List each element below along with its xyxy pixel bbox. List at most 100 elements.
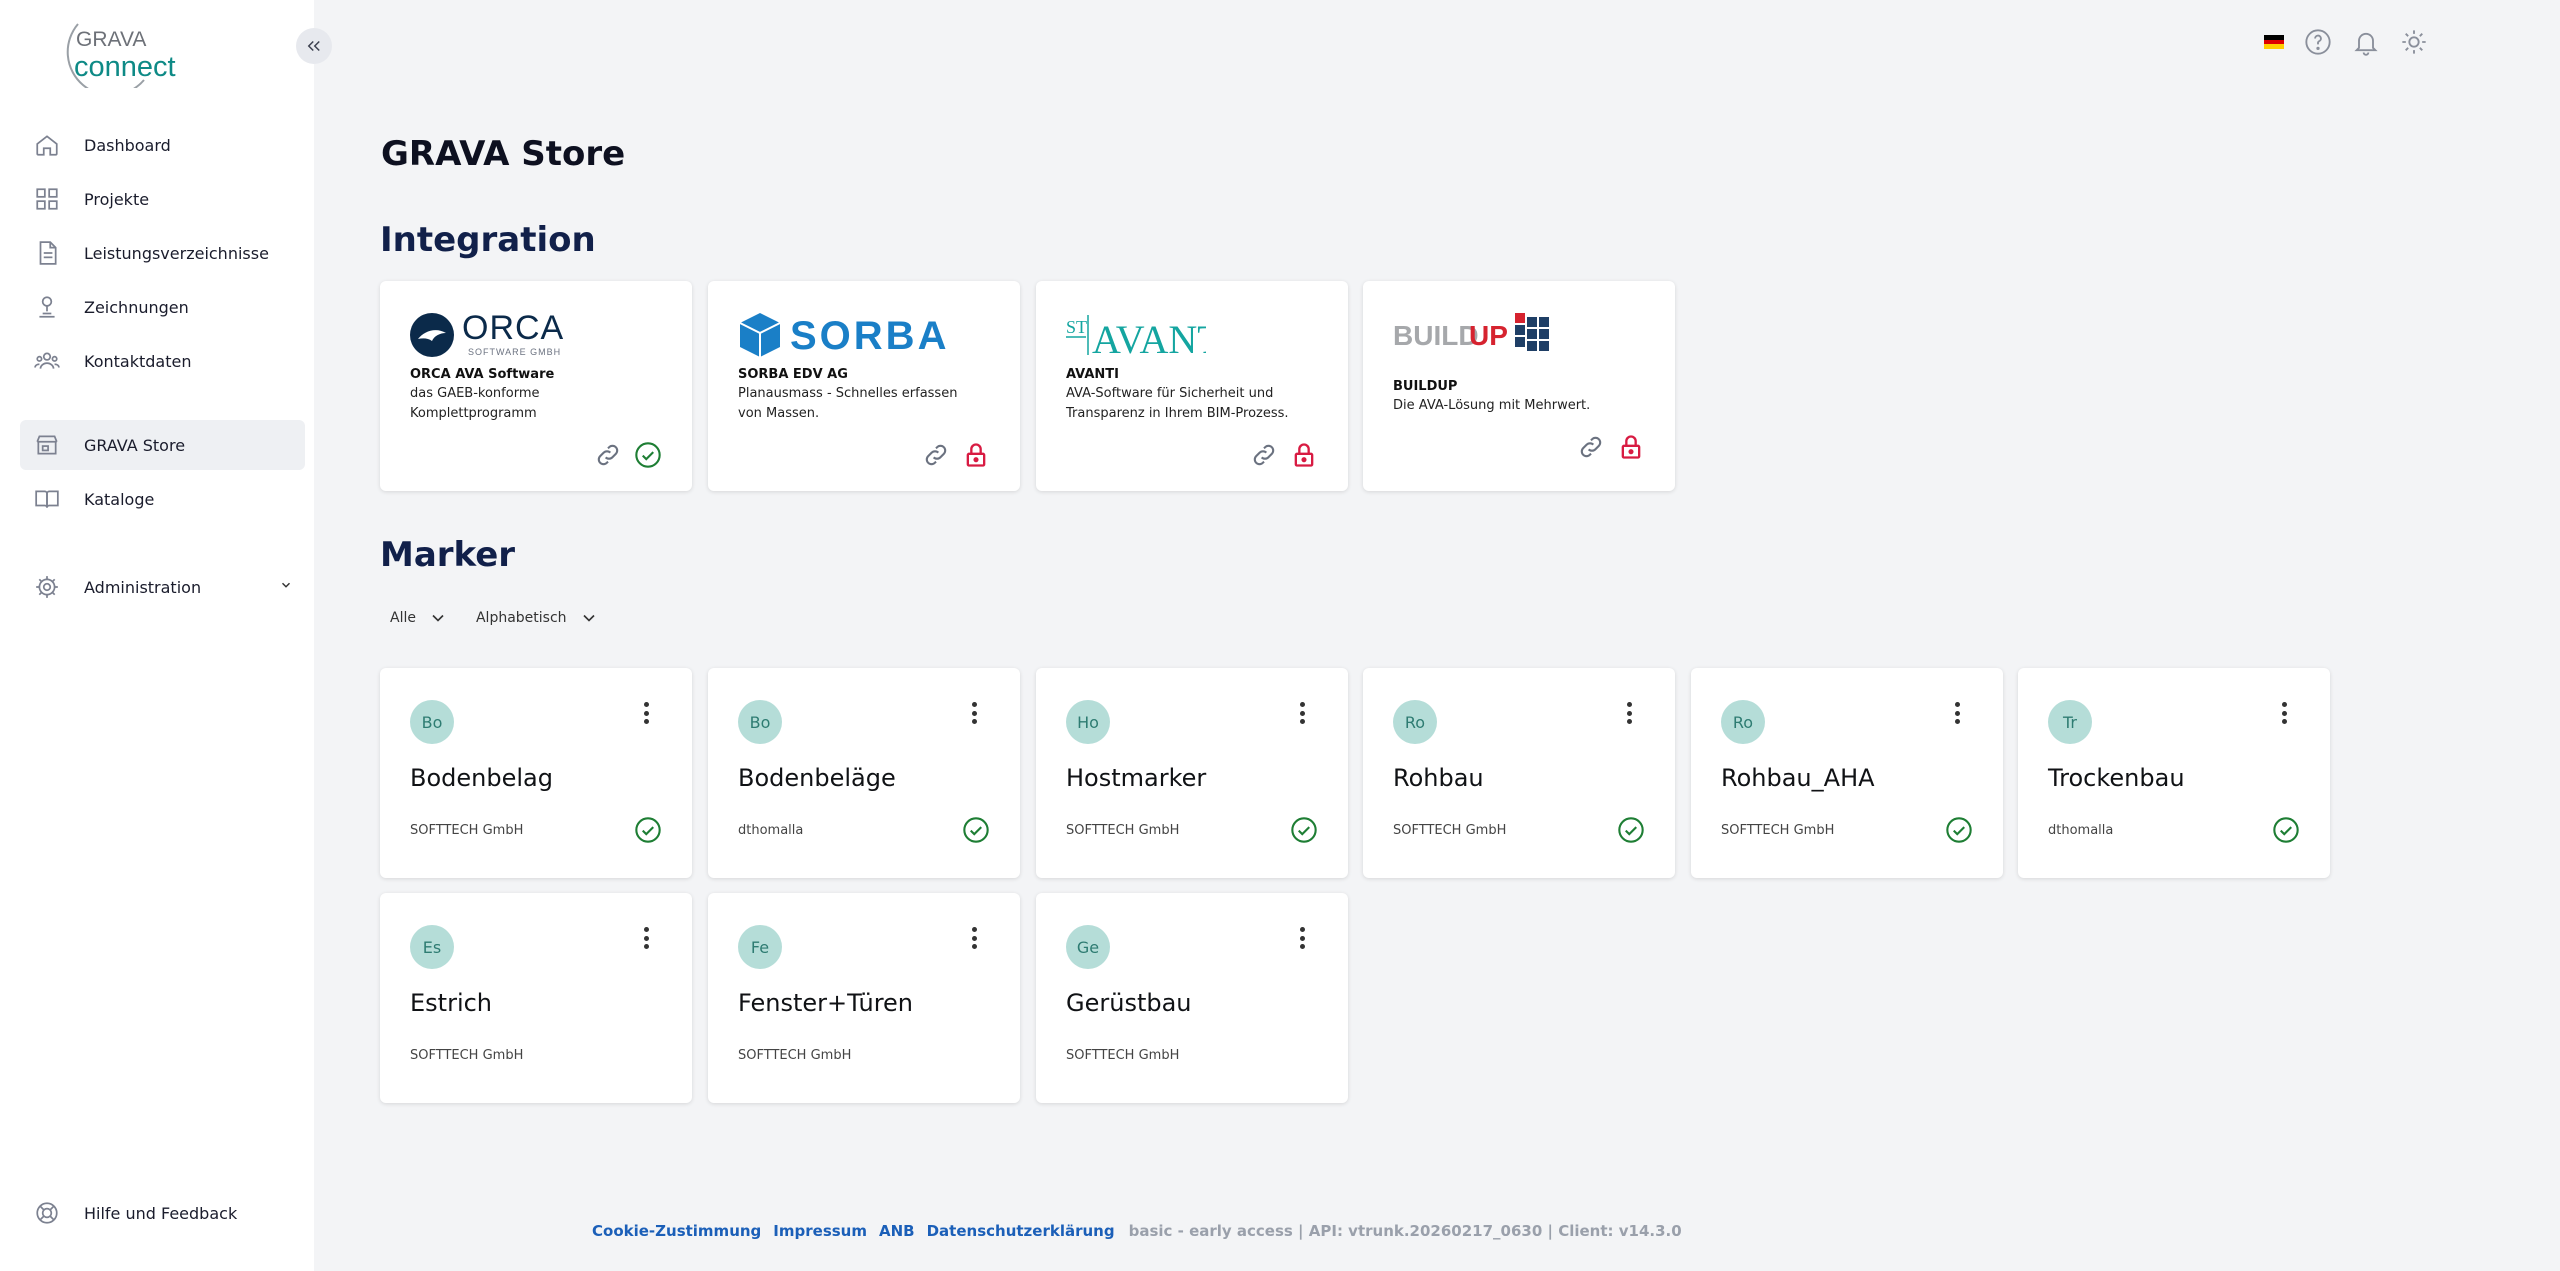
check-circle-icon — [634, 441, 662, 469]
help-feedback-link[interactable]: Hilfe und Feedback — [34, 1200, 237, 1226]
svg-text:SOFTWARE GMBH: SOFTWARE GMBH — [468, 347, 561, 357]
integration-card-orca[interactable]: ORCA SOFTWARE GMBH ORCA AVA Software das… — [380, 281, 692, 491]
lock-icon — [962, 441, 990, 469]
footer-link-cookie[interactable]: Cookie-Zustimmung — [592, 1222, 761, 1240]
contacts-icon — [34, 348, 60, 374]
more-vertical-icon[interactable] — [964, 925, 984, 951]
document-icon — [34, 240, 60, 266]
svg-text:AVANTI: AVANTI — [1092, 317, 1206, 361]
integration-card-buildup[interactable]: BUILD UP BUILDUP Die AVA-Lösung mit Mehr… — [1363, 281, 1675, 491]
double-chevron-left-icon — [307, 40, 320, 52]
link-icon[interactable] — [1250, 441, 1278, 469]
sidebar-item-label: Kontaktdaten — [84, 351, 192, 371]
marker-owner: SOFTTECH GmbH — [410, 1048, 524, 1063]
book-icon — [34, 486, 60, 512]
marker-card[interactable]: Fe Fenster+Türen SOFTTECH GmbH — [708, 893, 1020, 1103]
marker-title: Rohbau — [1393, 764, 1484, 792]
more-vertical-icon[interactable] — [1619, 700, 1639, 726]
footer-link-datenschutz[interactable]: Datenschutzerklärung — [927, 1222, 1115, 1240]
marker-title: Estrich — [410, 989, 493, 1017]
marker-owner: SOFTTECH GmbH — [410, 823, 524, 838]
sidebar-item-zeichnungen[interactable]: Zeichnungen — [20, 282, 305, 332]
chevron-down-icon — [432, 614, 444, 622]
marker-title: Fenster+Türen — [738, 989, 914, 1017]
more-vertical-icon[interactable] — [636, 925, 656, 951]
check-circle-icon — [1945, 816, 1973, 844]
marker-title: Gerüstbau — [1066, 989, 1192, 1017]
svg-text:GRAVA: GRAVA — [76, 28, 146, 51]
sidebar-item-label: Administration — [84, 577, 202, 597]
marker-card[interactable]: Es Estrich SOFTTECH GmbH — [380, 893, 692, 1103]
more-vertical-icon[interactable] — [636, 700, 656, 726]
marker-owner: SOFTTECH GmbH — [1066, 823, 1180, 838]
marker-avatar: Ge — [1066, 925, 1110, 969]
link-icon[interactable] — [594, 441, 622, 469]
marker-owner: dthomalla — [2048, 823, 2114, 838]
integration-card-avanti[interactable]: ST AVANTI AVANTI AVA-Software für Sicher… — [1036, 281, 1348, 491]
footer-link-impressum[interactable]: Impressum — [773, 1222, 867, 1240]
marker-avatar: Ro — [1393, 700, 1437, 744]
more-vertical-icon[interactable] — [1292, 925, 1312, 951]
check-circle-icon — [1617, 816, 1645, 844]
svg-text:ST: ST — [1066, 317, 1087, 337]
integration-name: ORCA AVA Software — [410, 367, 555, 382]
buildup-logo: BUILD UP — [1393, 309, 1645, 361]
drawing-icon — [34, 294, 60, 320]
link-icon[interactable] — [922, 441, 950, 469]
sidebar-item-leistungsverzeichnisse[interactable]: Leistungsverzeichnisse — [20, 228, 305, 278]
link-icon[interactable] — [1577, 433, 1605, 461]
marker-card[interactable]: Tr Trockenbau dthomalla — [2018, 668, 2330, 878]
sidebar-item-label: Kataloge — [84, 489, 155, 509]
sidebar-item-grava-store[interactable]: GRAVA Store — [20, 420, 305, 470]
marker-card[interactable]: Ro Rohbau_AHA SOFTTECH GmbH — [1691, 668, 2003, 878]
sidebar-item-kataloge[interactable]: Kataloge — [20, 474, 305, 524]
version-info: basic - early access | API: vtrunk.20260… — [1128, 1222, 1682, 1240]
footer: Cookie-Zustimmung Impressum ANB Datensch… — [592, 1222, 1682, 1240]
svg-text:ORCA: ORCA — [462, 309, 564, 347]
footer-link-anb[interactable]: ANB — [879, 1222, 915, 1240]
more-vertical-icon[interactable] — [2274, 700, 2294, 726]
marker-card[interactable]: Bo Bodenbeläge dthomalla — [708, 668, 1020, 878]
sidebar-item-dashboard[interactable]: Dashboard — [20, 120, 305, 170]
sorba-logo: SORBA — [738, 309, 990, 361]
sort-dropdown[interactable]: Alphabetisch — [476, 608, 599, 628]
sidebar-item-kontaktdaten[interactable]: Kontaktdaten — [20, 336, 305, 386]
grid-icon — [34, 186, 60, 212]
more-vertical-icon[interactable] — [1292, 700, 1312, 726]
marker-filters: Alle Alphabetisch — [390, 608, 599, 628]
collapse-sidebar-button[interactable] — [296, 28, 332, 64]
grava-connect-logo[interactable]: GRAVA connect — [48, 10, 184, 97]
marker-title: Bodenbeläge — [738, 764, 896, 792]
help-icon[interactable] — [2304, 28, 2332, 56]
marker-card[interactable]: Ro Rohbau SOFTTECH GmbH — [1363, 668, 1675, 878]
marker-owner: SOFTTECH GmbH — [738, 1048, 852, 1063]
integration-description: Die AVA-Lösung mit Mehrwert. — [1393, 398, 1591, 413]
marker-card[interactable]: Ho Hostmarker SOFTTECH GmbH — [1036, 668, 1348, 878]
bell-icon[interactable] — [2352, 28, 2380, 56]
check-circle-icon — [2272, 816, 2300, 844]
marker-avatar: Fe — [738, 925, 782, 969]
more-vertical-icon[interactable] — [1947, 700, 1967, 726]
marker-avatar: Ho — [1066, 700, 1110, 744]
sidebar-item-label: GRAVA Store — [84, 435, 186, 455]
check-circle-icon — [1290, 816, 1318, 844]
integration-card-sorba[interactable]: SORBA SORBA EDV AG Planausmass - Schnell… — [708, 281, 1020, 491]
integration-description: AVA-Software für Sicherheit und Transpar… — [1066, 386, 1289, 421]
sidebar-item-administration[interactable]: Administration — [20, 562, 305, 612]
marker-card[interactable]: Bo Bodenbelag SOFTTECH GmbH — [380, 668, 692, 878]
marker-card[interactable]: Ge Gerüstbau SOFTTECH GmbH — [1036, 893, 1348, 1103]
german-flag-icon[interactable] — [2264, 35, 2284, 50]
lock-icon — [1290, 441, 1318, 469]
sidebar-item-label: Zeichnungen — [84, 297, 189, 317]
sun-icon[interactable] — [2400, 28, 2428, 56]
check-circle-icon — [962, 816, 990, 844]
sidebar-nav: Dashboard Projekte Leistungsverzeichniss… — [20, 120, 305, 616]
marker-avatar: Es — [410, 925, 454, 969]
home-icon — [34, 132, 60, 158]
sidebar-item-projekte[interactable]: Projekte — [20, 174, 305, 224]
integration-name: BUILDUP — [1393, 379, 1458, 394]
more-vertical-icon[interactable] — [964, 700, 984, 726]
filter-all-dropdown[interactable]: Alle — [390, 608, 448, 628]
chevron-down-icon — [582, 614, 595, 622]
integration-description: Planausmass - Schnelles erfassen von Mas… — [738, 386, 958, 421]
